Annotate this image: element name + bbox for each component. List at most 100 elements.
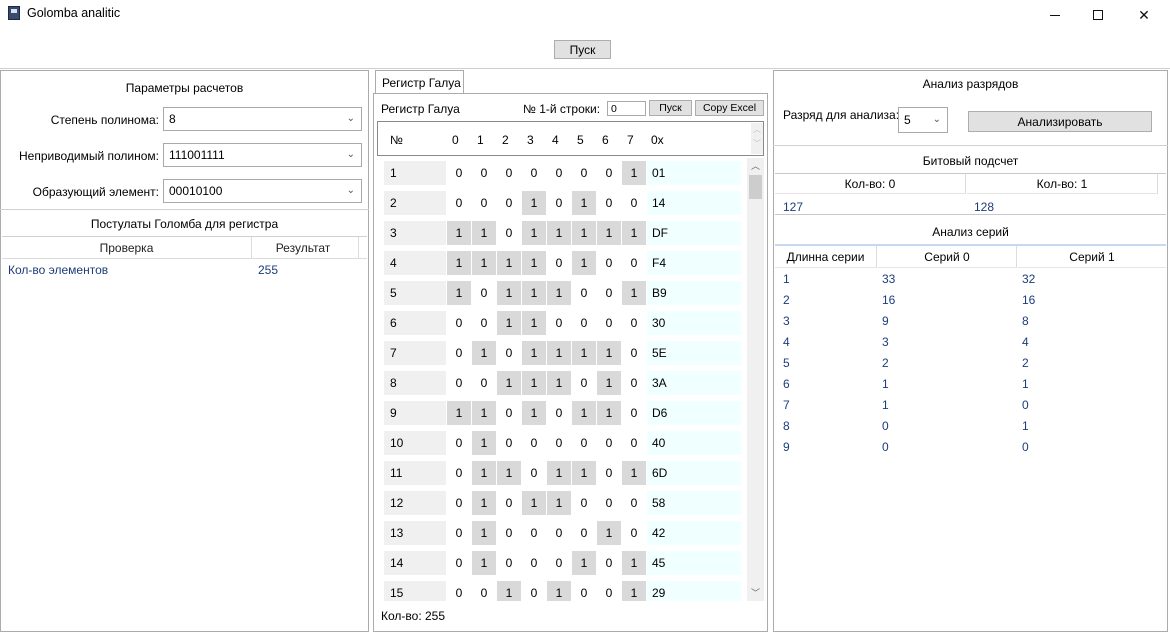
copy-excel-button[interactable]: Copy Excel (695, 100, 764, 116)
close-button[interactable]: ✕ (1121, 0, 1167, 30)
row-index: 15 (384, 581, 446, 601)
register-header: № 0 1 2 3 4 5 6 7 0x ︿ ﹀ (377, 121, 764, 156)
analyze-button[interactable]: Анализировать (968, 111, 1152, 132)
bit-cell: 1 (472, 491, 496, 515)
bit-cell: 1 (547, 491, 571, 515)
generator-select[interactable]: 00010100 ⌄ (163, 179, 362, 203)
tab-galois-register[interactable]: Регистр Галуа (375, 70, 464, 94)
chevron-down-icon: ⌄ (346, 185, 355, 196)
bit-cell: 0 (605, 556, 613, 570)
bit-cell: 0 (630, 406, 638, 420)
scroll-thumb[interactable] (749, 175, 762, 199)
series-col-zero[interactable]: Серий 0 (878, 246, 1017, 268)
series-length: 9 (783, 440, 790, 454)
title-bar: Golomba analitic ✕ (0, 0, 1170, 30)
bit-cell: 0 (605, 196, 613, 210)
series-grid: Длинна серии Серий 0 Серий 1 1 33 32 2 16 16 3… (775, 244, 1166, 630)
series-one-count: 8 (1022, 314, 1029, 328)
header-bit-1: 1 (477, 133, 484, 147)
header-bit-4: 4 (552, 133, 559, 147)
bit-cell: 1 (622, 161, 646, 185)
count0-value: 127 (783, 200, 804, 214)
scroll-down-icon[interactable]: ﹀ (747, 585, 764, 601)
bit-cell: 1 (472, 401, 496, 425)
window-title: Golomba analitic (27, 6, 121, 20)
series-col-length[interactable]: Длинна серии (775, 246, 877, 268)
bit-cell: 1 (522, 191, 546, 215)
bit-cell: 0 (505, 436, 513, 450)
postulate-result: 255 (258, 263, 279, 277)
bit-cell: 1 (597, 341, 621, 365)
bits-title: Анализ разрядов (922, 77, 1019, 91)
series-length: 8 (783, 419, 790, 433)
bit-cell: 0 (455, 316, 463, 330)
bit-cell: 0 (630, 496, 638, 510)
maximize-button[interactable] (1075, 0, 1121, 30)
register-scrollbar[interactable]: ︿ ﹀ (747, 158, 764, 601)
bit-cell: 1 (472, 341, 496, 365)
minimize-button[interactable] (1032, 0, 1078, 30)
count1-header[interactable]: Кол-во: 1 (967, 174, 1158, 194)
app-icon (8, 6, 20, 20)
bit-cell: 0 (580, 316, 588, 330)
bit-cell: 1 (547, 281, 571, 305)
postulates-title: Постулаты Голомба для регистра (90, 217, 279, 231)
bit-cell: 1 (597, 221, 621, 245)
series-col-one[interactable]: Серий 1 (1018, 246, 1166, 268)
bit-cell: 1 (622, 281, 646, 305)
irreducible-select[interactable]: 111001111 ⌄ (163, 143, 362, 167)
start-button[interactable]: Пуск (554, 40, 611, 59)
col-result[interactable]: Результат (253, 237, 353, 259)
series-zero-count: 3 (882, 335, 889, 349)
count0-header[interactable]: Кол-во: 0 (775, 174, 966, 194)
count1-value: 128 (974, 200, 995, 214)
bit-cell: 0 (455, 526, 463, 540)
chevron-down-icon: ⌄ (932, 114, 941, 125)
bit-cell: 0 (480, 586, 488, 600)
bit-cell: 0 (630, 376, 638, 390)
scroll-up-icon[interactable]: ︿ (747, 158, 764, 174)
series-zero-count: 9 (882, 314, 889, 328)
bit-cell: 1 (447, 281, 471, 305)
row-hex: 42 (647, 521, 741, 545)
series-length: 4 (783, 335, 790, 349)
bit-cell: 0 (580, 436, 588, 450)
params-title: Параметры расчетов (125, 81, 244, 95)
bit-cell: 0 (455, 196, 463, 210)
row-index: 11 (384, 461, 446, 485)
bit-cell: 1 (447, 401, 471, 425)
bit-cell: 0 (605, 316, 613, 330)
bit-cell: 0 (580, 166, 588, 180)
degree-value: 8 (169, 112, 176, 126)
series-one-count: 1 (1022, 377, 1029, 391)
bit-cell: 0 (580, 376, 588, 390)
digit-select[interactable]: 5 ⌄ (898, 107, 948, 133)
right-divider-1 (773, 145, 1168, 146)
col-check[interactable]: Проверка (2, 236, 252, 259)
bitcount-grid: Кол-во: 0 Кол-во: 1 127 128 (775, 173, 1166, 215)
header-hex: 0x (651, 133, 664, 147)
digit-value: 5 (904, 113, 911, 127)
series-zero-count: 16 (882, 293, 896, 307)
bit-cell: 0 (555, 406, 563, 420)
row-index: 9 (384, 401, 446, 425)
degree-select[interactable]: 8 ⌄ (163, 107, 362, 131)
bit-cell: 1 (547, 221, 571, 245)
degree-label: Степень полинома: (50, 113, 159, 127)
bit-cell: 1 (547, 371, 571, 395)
bit-cell: 0 (455, 436, 463, 450)
minimize-icon (1050, 14, 1060, 16)
series-one-count: 0 (1022, 398, 1029, 412)
run-button[interactable]: Пуск (649, 100, 692, 116)
bit-cell: 1 (572, 551, 596, 575)
row-input[interactable]: 0 (607, 101, 646, 116)
bit-cell: 0 (630, 256, 638, 270)
bit-cell: 1 (522, 401, 546, 425)
bit-cell: 1 (497, 461, 521, 485)
bit-cell: 0 (505, 406, 513, 420)
row-index: 13 (384, 521, 446, 545)
bit-cell: 0 (455, 556, 463, 570)
row-hex: 6D (647, 461, 741, 485)
bit-cell: 0 (605, 286, 613, 300)
series-rows: 1 33 32 2 16 16 3 9 8 4 3 4 5 2 2 6 1 1 7 1 0 8 0 1 9 0 0 (775, 270, 1166, 610)
